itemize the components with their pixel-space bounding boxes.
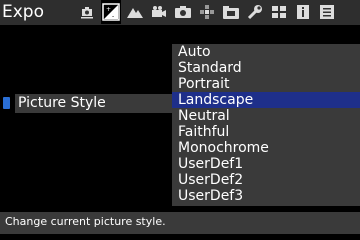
grid-icon[interactable] — [269, 2, 289, 22]
exposure-compensation-icon[interactable]: + - — [101, 0, 121, 24]
option-standard[interactable]: Standard — [172, 60, 360, 76]
menu-tab-strip: + - — [77, 0, 360, 25]
mountain-icon[interactable] — [125, 2, 145, 22]
setting-label: Picture Style — [15, 94, 172, 113]
option-landscape[interactable]: Landscape — [172, 92, 360, 108]
option-userdef1[interactable]: UserDef1 — [172, 156, 360, 172]
menu-icon[interactable] — [317, 2, 337, 22]
bottom-strip — [0, 234, 360, 240]
option-faithful[interactable]: Faithful — [172, 124, 360, 140]
option-userdef3[interactable]: UserDef3 — [172, 188, 360, 204]
menu-title: Expo — [2, 2, 44, 22]
option-monochrome[interactable]: Monochrome — [172, 140, 360, 156]
option-neutral[interactable]: Neutral — [172, 108, 360, 124]
info-icon[interactable] — [293, 2, 313, 22]
camera-shake-icon[interactable] — [77, 2, 97, 22]
top-bar: Expo + - — [0, 0, 360, 25]
selection-marker — [3, 97, 10, 109]
option-userdef2[interactable]: UserDef2 — [172, 172, 360, 188]
option-auto[interactable]: Auto — [172, 44, 360, 60]
svg-text:+: + — [106, 6, 111, 13]
camera-icon[interactable] — [173, 2, 193, 22]
picture-style-dropdown[interactable]: Auto Standard Portrait Landscape Neutral… — [172, 44, 360, 206]
wrench-icon[interactable] — [245, 2, 265, 22]
svg-text:-: - — [112, 13, 114, 20]
setting-row-picture-style[interactable]: Picture Style — [0, 94, 172, 113]
folder-icon[interactable] — [221, 2, 241, 22]
status-bar: Change current picture style. — [0, 212, 360, 234]
movie-camera-icon[interactable] — [149, 2, 169, 22]
option-portrait[interactable]: Portrait — [172, 76, 360, 92]
help-text: Change current picture style. — [5, 215, 166, 228]
dpad-icon[interactable] — [197, 2, 217, 22]
